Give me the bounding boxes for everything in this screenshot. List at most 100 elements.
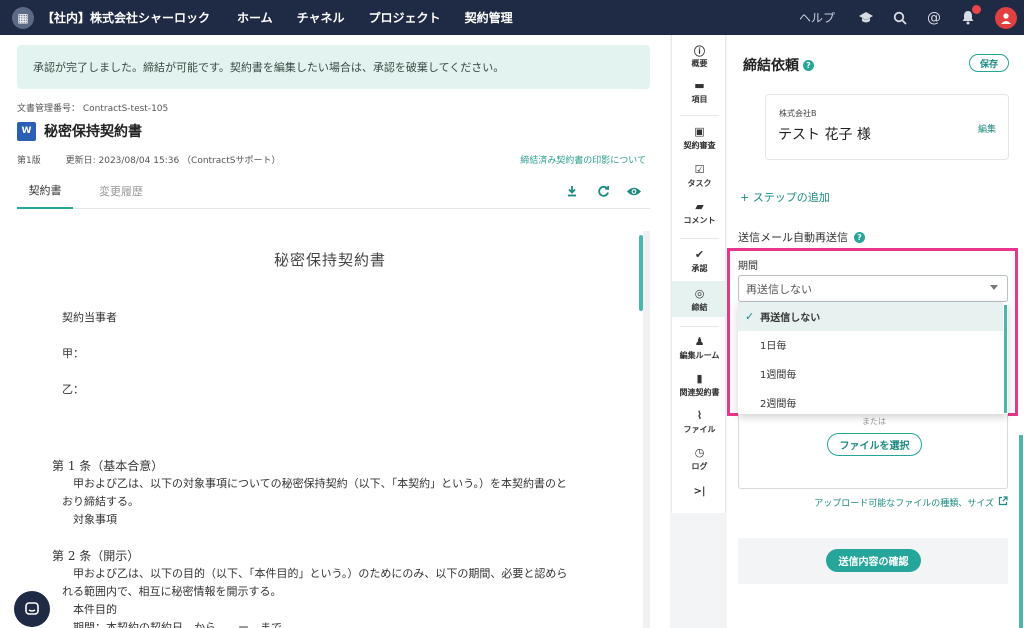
caret-down-icon (990, 285, 998, 290)
rail-item-overview[interactable]: ⓘ 概要 (672, 43, 727, 71)
bell-icon[interactable] (959, 4, 981, 27)
option-daily[interactable]: 1日毎 (738, 330, 1003, 359)
side-icon-rail: ⓘ 概要 ▬ 項目 ▣ 契約審査 ☑ タスク ▰ コメント ✔ 承認 ◎ 締結 ♟ 編集ルーム … (671, 35, 727, 513)
paper-line: 対象事項 (73, 513, 117, 526)
period-select[interactable]: 再送信しない (738, 275, 1008, 302)
rail-divider (680, 115, 719, 116)
paper-line: 甲および乙は、以下の目的（以下、「本件目的」という。）のためにのみ、以下の期間、… (73, 567, 568, 580)
collapse-panel-icon[interactable]: >| (672, 486, 727, 500)
eye-icon[interactable] (624, 181, 644, 201)
rail-item-comment[interactable]: ▰ コメント (672, 200, 727, 228)
download-icon[interactable] (562, 181, 582, 201)
document-meta: 第1版 更新日: 2023/08/04 15:36 （ContractSサポート… (17, 153, 302, 166)
paperclip-icon: ⌇ (696, 409, 703, 422)
save-button[interactable]: 保存 (969, 54, 1009, 72)
user-avatar[interactable] (995, 6, 1017, 29)
upload-or-label: または (862, 417, 886, 426)
refresh-icon[interactable] (593, 181, 613, 201)
group-icon: ♟ (694, 335, 705, 348)
person-check-icon: ✔ (694, 248, 705, 261)
paper-heading: 第 2 条（開示） (52, 549, 140, 563)
updated-label: 更新日: 2023/08/04 15:36 （ContractSサポート） (65, 156, 281, 166)
contract-main-pane: 承認が完了しました。締結が可能です。契約書を編集したい場合は、承認を破棄してくだ… (0, 35, 670, 628)
upload-area[interactable]: または ファイルを選択 (738, 414, 1008, 489)
paper-heading: 第 1 条（基本合意） (52, 459, 164, 473)
word-document-icon: W (17, 121, 36, 141)
paper-line: 本件目的 (73, 603, 117, 616)
option-biweekly[interactable]: 2週間毎 (738, 388, 1003, 417)
contract-paper: 秘密保持契約書 契約当事者 甲： 乙： 第 1 条（基本合意） 甲および乙は、以… (17, 231, 643, 628)
paper-line: 契約当事者 (62, 311, 117, 324)
add-step-link[interactable]: + ステップの追加 (740, 189, 830, 205)
help-link[interactable]: ヘルプ (799, 9, 835, 26)
chat-icon (25, 602, 39, 615)
version-label: 第1版 (17, 156, 41, 166)
select-file-button[interactable]: ファイルを選択 (827, 433, 922, 456)
help-icon[interactable]: ? (854, 231, 865, 243)
building-icon[interactable]: ▦ (12, 6, 34, 29)
paper-line: おり締結する。 (62, 495, 139, 508)
panel-title: 締結依頼 ? (743, 55, 814, 75)
target-icon: ◎ (694, 287, 705, 300)
signer-card: 株式会社B テスト 花子 様 編集 (765, 94, 1009, 160)
help-icon[interactable]: ? (803, 59, 814, 71)
document-number: 文書管理番号： ContractS-test-105 (17, 104, 169, 114)
rail-item-review[interactable]: ▣ 契約審査 (672, 125, 727, 153)
confirm-area: 送信内容の確認 (738, 538, 1008, 584)
rail-divider (680, 238, 719, 239)
rail-divider (680, 326, 719, 327)
paper-line: 甲および乙は、以下の対象事項についての秘密保持契約（以下、「本契約」という。）を… (73, 477, 568, 490)
check-icon: ✓ (745, 310, 755, 323)
panel-scrollbar[interactable] (1019, 435, 1023, 628)
rail-item-task[interactable]: ☑ タスク (672, 163, 727, 191)
rail-item-edit-room[interactable]: ♟ 編集ルーム (672, 335, 727, 363)
option-weekly[interactable]: 1週間毎 (738, 359, 1003, 388)
paper-title: 秘密保持契約書 (273, 251, 386, 269)
seal-info-link[interactable]: 締結済み契約書の印影について (520, 153, 646, 166)
tab-change-history[interactable]: 変更履歴 (83, 173, 159, 209)
option-no-resend[interactable]: ✓ 再送信しない (738, 302, 1003, 331)
search-icon[interactable] (891, 9, 909, 27)
document-viewer: 秘密保持契約書 契約当事者 甲： 乙： 第 1 条（基本合意） 甲および乙は、以… (17, 231, 650, 628)
nav-project[interactable]: プロジェクト (369, 9, 441, 26)
nav-contract-management[interactable]: 契約管理 (465, 9, 513, 26)
external-link-icon (998, 496, 1008, 509)
graduation-cap-icon[interactable] (857, 9, 875, 27)
rail-item-related[interactable]: ▮ 関連契約書 (672, 372, 727, 400)
rail-item-log[interactable]: ◷ ログ (672, 446, 727, 474)
period-dropdown: ✓ 再送信しない 1日毎 1週間毎 2週間毎 (738, 302, 1008, 414)
paper-line: 乙： (62, 383, 84, 396)
rail-item-file[interactable]: ⌇ ファイル (672, 409, 727, 437)
chat-button[interactable] (14, 591, 50, 627)
tab-contract[interactable]: 契約書 (17, 173, 73, 209)
signer-name: テスト 花子 様 (778, 127, 871, 143)
paper-line: 甲： (62, 347, 84, 360)
nav-channel[interactable]: チャネル (297, 9, 345, 26)
confirm-send-button[interactable]: 送信内容の確認 (826, 549, 921, 572)
approval-notice: 承認が完了しました。締結が可能です。契約書を編集したい場合は、承認を破棄してくだ… (17, 45, 650, 89)
notification-dot (972, 4, 981, 14)
nav-home[interactable]: ホーム (237, 9, 273, 26)
signer-edit-link[interactable]: 編集 (978, 122, 996, 135)
checkbox-icon: ☑ (694, 163, 705, 176)
document-title: 秘密保持契約書 (44, 124, 142, 140)
file-icon: ▮ (696, 372, 703, 385)
document-tabs: 契約書 変更履歴 (17, 173, 650, 209)
paper-line: れる範囲内で、相互に秘密情報を開示する。 (62, 585, 282, 598)
rail-item-fields[interactable]: ▬ 項目 (672, 79, 727, 107)
upload-types-link[interactable]: アップロード可能なファイルの種類、サイズ (814, 496, 1008, 509)
dropdown-scrollbar[interactable] (1004, 305, 1007, 413)
paper-line: 期間：本契約の契約日 から ー まで (73, 621, 282, 628)
document-scrollbar[interactable] (639, 235, 643, 311)
comment-icon: ▰ (695, 200, 704, 213)
document-title-row: W 秘密保持契約書 (17, 121, 142, 141)
document-check-icon: ▣ (694, 125, 705, 138)
info-icon: ⓘ (694, 45, 705, 58)
signing-request-panel: 締結依頼 ? 保存 株式会社B テスト 花子 様 編集 + ステップの追加 送信… (727, 35, 1024, 628)
rail-item-approval[interactable]: ✔ 承認 (672, 248, 727, 276)
resend-label: 送信メール自動再送信 ? (738, 229, 865, 245)
signer-company: 株式会社B (779, 109, 817, 118)
rail-item-signing[interactable]: ◎ 締結 (672, 281, 727, 317)
mention-icon[interactable]: @ (925, 9, 943, 27)
org-name[interactable]: 【社内】株式会社シャーロック (42, 9, 210, 26)
